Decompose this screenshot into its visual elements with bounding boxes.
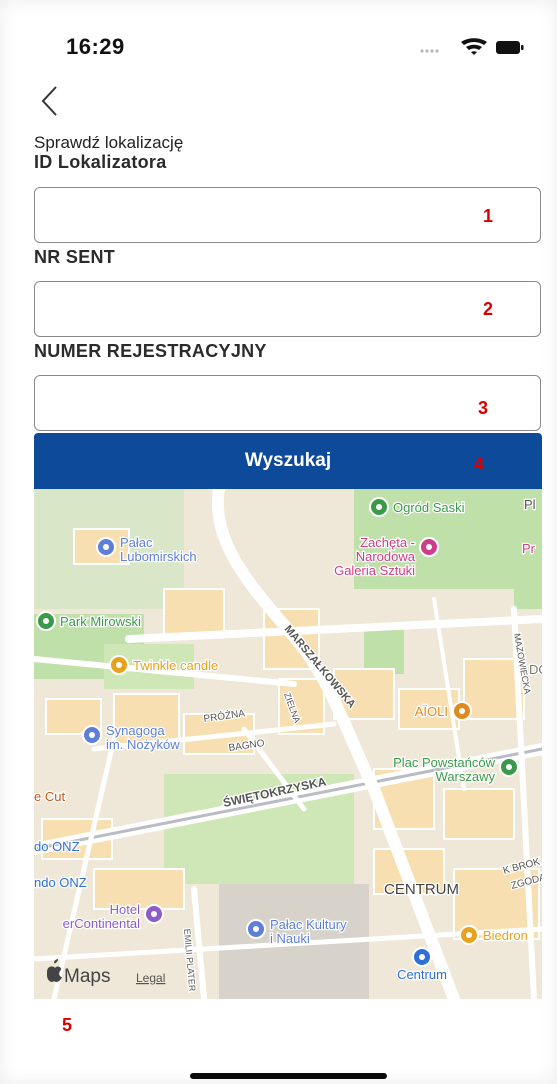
poi-marker-glyph <box>466 932 472 938</box>
annotation-2: 2 <box>483 299 494 319</box>
poi-label: Zachęta - <box>360 535 415 550</box>
poi-label: Twinkle candle <box>133 658 218 673</box>
poi-marker-glyph <box>151 911 157 917</box>
poi-label: i Nauki <box>270 931 310 946</box>
edge-label: Pr <box>522 541 536 556</box>
sent-number-field[interactable] <box>34 281 541 337</box>
poi-marker-glyph <box>459 708 465 714</box>
poi-marker-glyph <box>426 544 432 550</box>
poi-label: Park Mirowski <box>60 614 141 629</box>
poi-label: Centrum <box>397 967 447 982</box>
signal-dots-icon <box>420 49 439 53</box>
status-icons <box>420 38 524 55</box>
poi-label: AÏOLI <box>415 704 448 719</box>
map-view[interactable]: MARSZAŁKOWSKA PRÓŻNA ZIELNA BAGNO ŚWIĘTOKRZY… <box>34 489 542 999</box>
poi-marker-glyph <box>506 764 512 770</box>
poi-label: Hotel <box>110 902 140 917</box>
locator-id-label: ID Lokalizatora <box>34 152 167 172</box>
poi-label: Warszawy <box>436 769 496 784</box>
edge-label: DO <box>529 662 542 677</box>
home-indicator <box>190 1073 387 1079</box>
status-time: 16:29 <box>66 34 125 59</box>
back-button[interactable] <box>36 84 66 118</box>
plate-number-field[interactable] <box>34 375 541 431</box>
edge-label: e Cut <box>34 789 65 804</box>
poi-marker-glyph <box>116 662 122 668</box>
poi-marker-glyph <box>419 954 425 960</box>
district-label: CENTRUM <box>384 881 459 898</box>
chevron-left-icon <box>41 86 57 116</box>
edge-label: ndo ONZ <box>34 875 87 890</box>
poi-label: Pałac <box>120 535 153 550</box>
poi-label: Narodowa <box>356 549 416 564</box>
plate-number-label: NUMER REJESTRACYJNY <box>34 341 267 361</box>
poi-marker-glyph <box>103 544 109 550</box>
poi-marker-glyph <box>43 618 49 624</box>
poi-marker-glyph <box>376 504 382 510</box>
poi-marker-glyph <box>253 926 259 932</box>
search-button[interactable]: Wyszukaj <box>34 433 542 489</box>
poi-label: Synagoga <box>106 723 165 738</box>
locator-id-field[interactable] <box>34 187 541 243</box>
annotation-5: 5 <box>62 1015 73 1035</box>
plate-number-input[interactable] <box>35 376 540 430</box>
poi-label: Biedron <box>483 928 528 943</box>
poi-label: Lubomirskich <box>120 549 197 564</box>
annotation-4: 4 <box>474 454 485 474</box>
poi-marker-glyph <box>89 732 95 738</box>
poi-label: im. Nożyków <box>106 737 180 752</box>
poi-label: Ogród Saski <box>393 500 465 515</box>
wifi-icon <box>461 38 487 55</box>
edge-label: Pl <box>524 497 536 512</box>
maps-brand-label: Maps <box>64 966 110 987</box>
poi-label: Galeria Sztuki <box>334 563 415 578</box>
poi-label: Plac Powstańców <box>393 755 495 770</box>
sent-number-input[interactable] <box>35 282 540 336</box>
annotation-1: 1 <box>483 206 494 226</box>
sent-number-label: NR SENT <box>34 247 116 267</box>
legal-link[interactable]: Legal <box>136 971 165 985</box>
locator-id-input[interactable] <box>35 188 540 242</box>
page-heading: Sprawdź lokalizację <box>34 133 184 152</box>
annotation-3: 3 <box>478 398 489 418</box>
poi-label: erContinental <box>63 916 140 931</box>
edge-label: do ONZ <box>34 839 80 854</box>
battery-icon <box>496 41 524 54</box>
poi-label: Pałac Kultury <box>270 917 347 932</box>
